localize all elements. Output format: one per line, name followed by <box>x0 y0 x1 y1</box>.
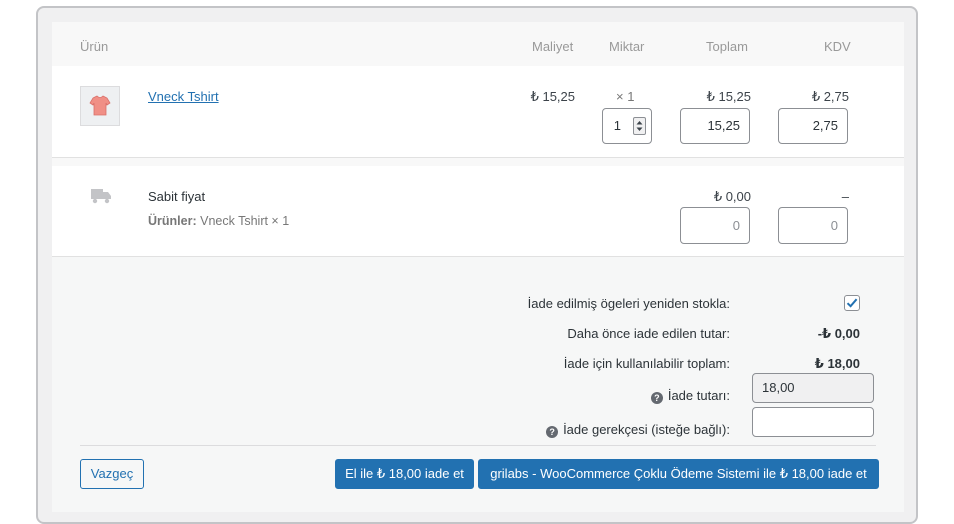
item-tax: ₺ 2,75 <box>811 89 849 104</box>
divider <box>80 445 876 446</box>
restock-label: İade edilmiş ögeleri yeniden stokla: <box>527 296 730 311</box>
screenshot-frame: Ürün Maliyet Miktar Toplam KDV Vneck Tsh… <box>36 6 918 524</box>
help-icon[interactable]: ? <box>546 426 559 438</box>
already-refunded-value: -₺ 0,00 <box>817 326 860 341</box>
refund-qty-value: 1 <box>613 118 621 133</box>
refund-reason-input[interactable] <box>752 407 874 437</box>
refund-reason-label-wrap: ? İade gerekçesi (isteğe bağlı): <box>546 422 730 438</box>
tshirt-icon <box>89 95 111 116</box>
refund-total-input[interactable]: 15,25 <box>680 108 750 144</box>
shipping-row: Sabit fiyat Ürünler: Vneck Tshirt × 1 ₺ … <box>52 166 904 257</box>
product-thumbnail[interactable] <box>80 86 120 126</box>
truck-icon <box>91 189 111 204</box>
manual-refund-button[interactable]: El ile ₺ 18,00 iade et <box>335 459 474 489</box>
header-cost: Maliyet <box>532 39 574 54</box>
product-name-link[interactable]: Vneck Tshirt <box>148 89 219 104</box>
refund-tax-input[interactable]: 2,75 <box>778 108 848 144</box>
item-cost: ₺ 15,25 <box>530 89 575 104</box>
header-tax: KDV <box>824 39 851 54</box>
shipping-total: ₺ 0,00 <box>713 189 751 204</box>
header-product: Ürün <box>80 39 109 54</box>
refund-amount-input[interactable]: 18,00 <box>752 373 874 403</box>
shipping-refund-total-input[interactable]: 0 <box>680 207 750 244</box>
refund-amount-label-wrap: ? İade tutarı: <box>650 388 730 404</box>
refund-amount-label: İade tutarı: <box>667 388 730 403</box>
available-refund-value: ₺ 18,00 <box>814 356 860 371</box>
cancel-button[interactable]: Vazgeç <box>80 459 144 489</box>
header-qty: Miktar <box>609 39 645 54</box>
shipping-meta-value: Vneck Tshirt × 1 <box>200 214 290 228</box>
shipping-method-name: Sabit fiyat <box>148 189 206 204</box>
row-spacer <box>52 158 904 166</box>
refund-reason-label: İade gerekçesi (isteğe bağlı): <box>563 422 730 437</box>
qty-spinner[interactable] <box>633 117 646 135</box>
already-refunded-label: Daha önce iade edilen tutar: <box>567 326 730 341</box>
order-items-panel: Ürün Maliyet Miktar Toplam KDV Vneck Tsh… <box>52 22 904 512</box>
table-header: Ürün Maliyet Miktar Toplam KDV <box>52 22 904 66</box>
header-total: Toplam <box>706 39 748 54</box>
shipping-meta: Ürünler: Vneck Tshirt × 1 <box>148 214 289 228</box>
line-item-row: Vneck Tshirt ₺ 15,25 × 1 1 ₺ 15,25 15,25… <box>52 66 904 158</box>
spinner-arrows-icon <box>636 121 643 131</box>
checkmark-icon <box>846 298 858 308</box>
help-icon[interactable]: ? <box>650 392 663 404</box>
shipping-meta-label: Ürünler: <box>148 214 197 228</box>
gateway-refund-button[interactable]: grilabs - WooCommerce Çoklu Ödeme Sistem… <box>478 459 879 489</box>
shipping-tax: – <box>841 189 849 204</box>
item-qty-text: × 1 <box>616 89 635 104</box>
item-total: ₺ 15,25 <box>706 89 751 104</box>
shipping-refund-tax-input[interactable]: 0 <box>778 207 848 244</box>
available-refund-label: İade için kullanılabilir toplam: <box>563 356 730 371</box>
refund-qty-input[interactable]: 1 <box>602 108 652 144</box>
restock-checkbox[interactable] <box>844 295 860 311</box>
